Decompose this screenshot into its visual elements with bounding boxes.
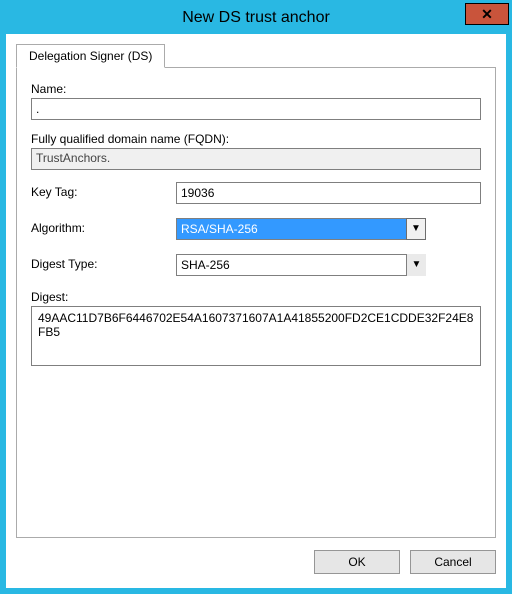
cancel-button[interactable]: Cancel [410,550,496,574]
digest-label: Digest: [31,290,481,304]
tab-page: Name: Fully qualified domain name (FQDN)… [16,67,496,538]
key-tag-input[interactable] [176,182,481,204]
chevron-down-icon: ▼ [412,260,422,270]
algorithm-combo[interactable]: RSA/SHA-256 ▼ [176,218,426,240]
close-button[interactable]: ✕ [465,3,509,25]
digest-type-label: Digest Type: [31,257,176,271]
fqdn-label: Fully qualified domain name (FQDN): [31,132,481,146]
title-bar: New DS trust anchor ✕ [6,6,506,34]
window-title: New DS trust anchor [6,6,506,30]
digest-type-value: SHA-256 [177,255,425,275]
digest-type-combo[interactable]: SHA-256 ▼ [176,254,426,276]
digest-type-dropdown-button[interactable]: ▼ [406,254,426,276]
chevron-down-icon: ▼ [411,224,421,234]
digest-input[interactable]: 49AAC11D7B6F6446702E54A1607371607A1A4185… [31,306,481,366]
key-tag-label: Key Tag: [31,185,176,199]
close-icon: ✕ [481,6,493,23]
algorithm-dropdown-button[interactable]: ▼ [406,218,426,240]
algorithm-label: Algorithm: [31,221,176,235]
client-area: Delegation Signer (DS) Name: Fully quali… [6,34,506,588]
name-label: Name: [31,82,481,96]
ok-button[interactable]: OK [314,550,400,574]
tab-delegation-signer[interactable]: Delegation Signer (DS) [16,44,165,68]
algorithm-value: RSA/SHA-256 [177,219,425,239]
fqdn-value: TrustAnchors. [31,148,481,170]
name-input[interactable] [31,98,481,120]
